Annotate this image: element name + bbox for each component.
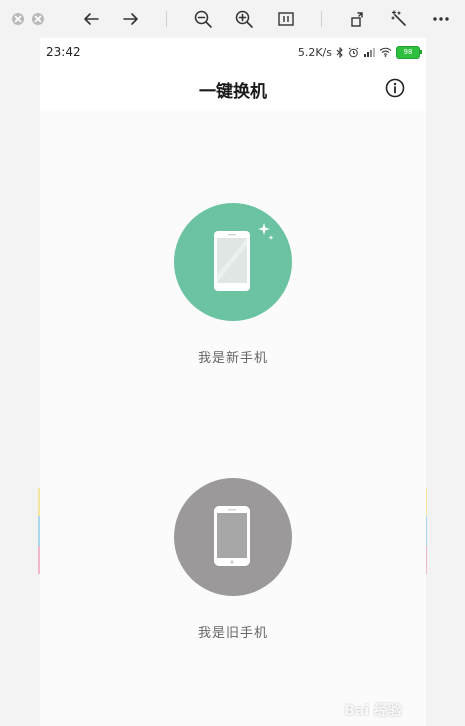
- fit-page-icon: [278, 12, 294, 26]
- status-bar: 23:42 5.2K/s 98: [40, 38, 426, 66]
- battery-indicator: 98: [396, 45, 422, 59]
- new-phone-circle[interactable]: [174, 203, 292, 321]
- toolbar-divider: [321, 11, 322, 27]
- forward-button[interactable]: [118, 6, 144, 32]
- status-time: 23:42: [46, 45, 81, 59]
- bluetooth-icon: [336, 46, 343, 58]
- fit-page-button[interactable]: [273, 6, 299, 32]
- enhance-button[interactable]: [386, 6, 412, 32]
- arrow-right-icon: [123, 13, 138, 25]
- signal-icon: [364, 48, 375, 57]
- old-phone-option[interactable]: 我是旧手机: [173, 478, 293, 641]
- rotate-button[interactable]: [345, 6, 371, 32]
- viewer-toolbar: [0, 0, 465, 38]
- magic-wand-icon: [391, 10, 406, 26]
- rotate-icon: [351, 12, 363, 27]
- status-indicators: 5.2K/s 98: [297, 44, 422, 60]
- app-header: 一键换机: [40, 66, 426, 111]
- close-icon: [34, 15, 42, 23]
- smartphone-icon: [214, 506, 250, 566]
- network-speed: 5.2K/s: [297, 45, 332, 59]
- new-phone-option[interactable]: 我是新手机: [173, 203, 293, 366]
- zoom-out-icon: [194, 10, 212, 28]
- old-phone-circle[interactable]: [174, 478, 292, 596]
- back-button[interactable]: [78, 6, 104, 32]
- arrow-left-icon: [84, 13, 99, 25]
- info-button[interactable]: [384, 77, 406, 99]
- more-button[interactable]: [428, 6, 454, 32]
- phone-screen: 23:42 5.2K/s 98 一键换机 我是新手机 我是旧手机 Bai 经验: [40, 38, 426, 726]
- minimize-window-button[interactable]: [32, 13, 44, 25]
- info-icon: [385, 78, 405, 98]
- close-window-button[interactable]: [12, 13, 24, 25]
- main-content: 我是新手机 我是旧手机 Bai 经验: [40, 110, 426, 726]
- more-dots-icon: [433, 17, 449, 21]
- wifi-icon: [379, 47, 392, 57]
- page-title: 一键换机: [199, 82, 267, 102]
- zoom-out-button[interactable]: [190, 6, 216, 32]
- toolbar-divider: [166, 11, 167, 27]
- watermark: Bai 经验: [344, 703, 402, 719]
- close-icon: [14, 15, 22, 23]
- zoom-in-icon: [235, 10, 253, 28]
- smartphone-sparkle-icon: [214, 223, 274, 291]
- alarm-icon: [348, 47, 359, 57]
- old-phone-label[interactable]: 我是旧手机: [198, 622, 268, 641]
- zoom-in-button[interactable]: [231, 6, 257, 32]
- new-phone-label[interactable]: 我是新手机: [198, 347, 268, 366]
